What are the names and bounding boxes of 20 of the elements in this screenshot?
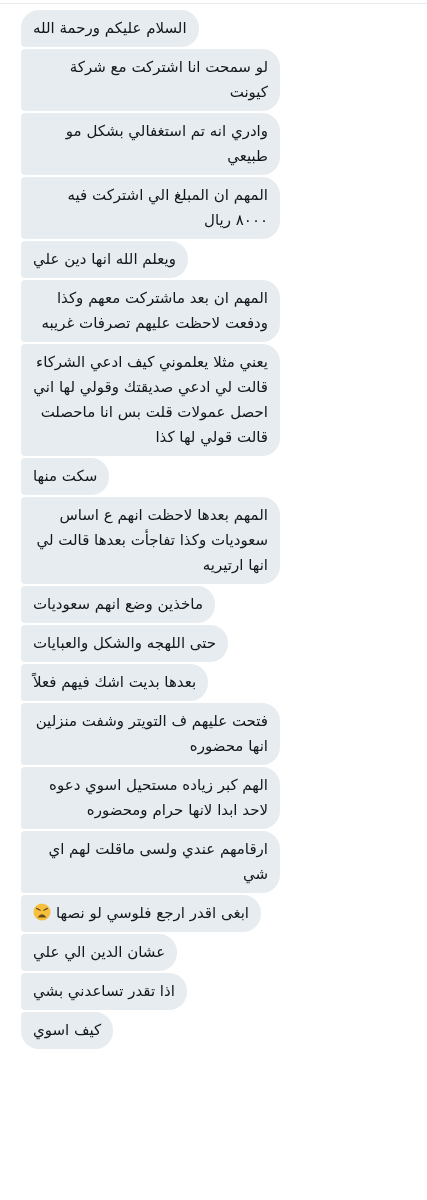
message-bubble: ويعلم الله انها دين علي: [21, 241, 188, 278]
message-bubble: المهم ان بعد ماشتركت معهم وكذا ودفعت لاحظت عليهم تصرفات غريبه: [21, 280, 280, 342]
message-bubble: سكت منها: [21, 458, 110, 495]
message-bubble: عشان الدين الي علي: [21, 934, 178, 971]
message-bubble: الهم كبر زياده مستحيل اسوي دعوه لاحد ابدا لانها حرام ومحضوره: [21, 767, 280, 829]
message-bubble: وادري انه تم استغفالي بشكل مو طبيعي: [21, 113, 280, 175]
message-bubble: المهم بعدها لاحظت انهم ع اساس سعوديات وكذا تفاجأت بعدها قالت لي انها ارتيريه: [21, 497, 280, 584]
message-bubble: ابغى اقدر ارجع فلوسي لو نصها: [21, 895, 261, 932]
message-bubble: ارقامهم عندي ولسى ماقلت لهم اي شي: [21, 831, 280, 893]
message-bubble: فتحت عليهم ف التويتر وشفت منزلين انها محضوره: [21, 703, 280, 765]
weary-face-icon: [33, 903, 51, 921]
message-bubble: السلام عليكم ورحمة الله: [21, 10, 199, 47]
message-bubble: يعني مثلا يعلموني كيف ادعي الشركاء قالت لي ادعي صديقتك وقولي لها اني احصل عمولات قلت بس انا ماحصلت قالت قولي لها كذا: [21, 344, 280, 456]
message-bubble: حتى اللهجه والشكل والعبايات: [21, 625, 229, 662]
message-bubble: اذا تقدر تساعدني بشي: [21, 973, 187, 1010]
message-bubble: المهم ان المبلغ الي اشتركت فيه ٨٠٠٠ ريال: [21, 177, 280, 239]
message-bubble: بعدها بديت اشك فيهم فعلاً: [21, 664, 209, 701]
message-bubble: كيف اسوي: [21, 1012, 114, 1049]
message-bubble: لو سمحت انا اشتركت مع شركة كيونت: [21, 49, 280, 111]
message-bubble: ماخذين وضع انهم سعوديات: [21, 586, 215, 623]
